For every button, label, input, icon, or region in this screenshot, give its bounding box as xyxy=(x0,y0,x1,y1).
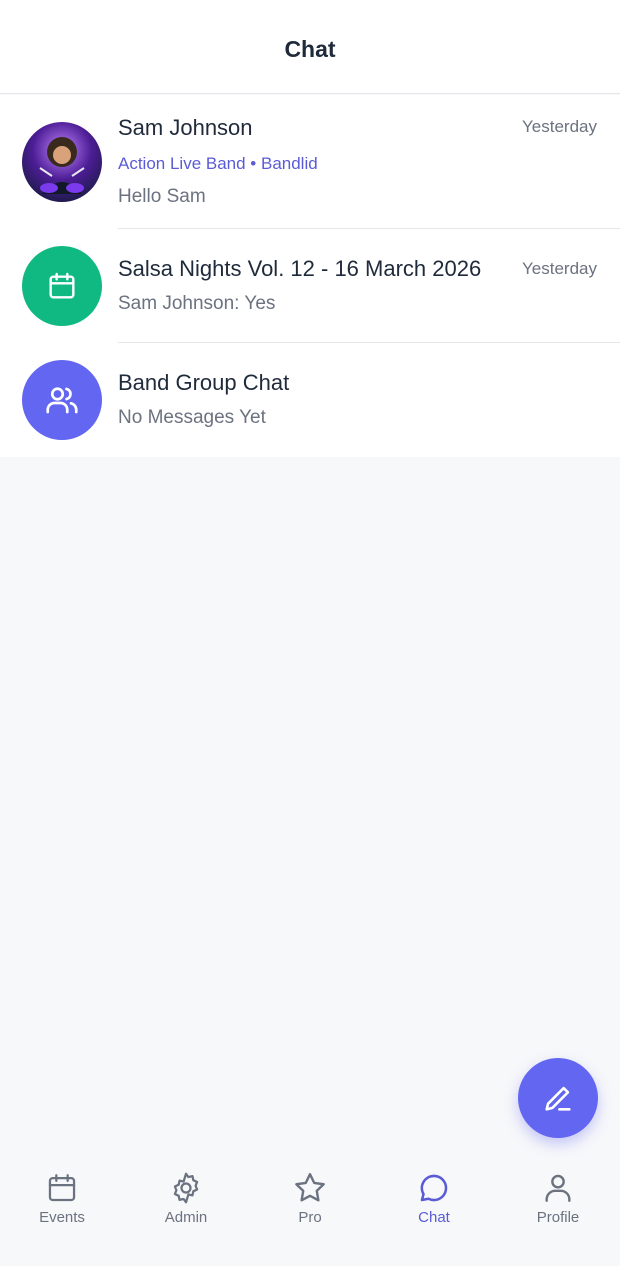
chat-row-sam-johnson[interactable]: Sam Johnson Yesterday Action Live Band •… xyxy=(0,95,620,229)
tab-label: Chat xyxy=(418,1209,450,1226)
tab-label: Events xyxy=(39,1209,85,1226)
tab-label: Admin xyxy=(164,1209,208,1226)
tab-pro[interactable]: Pro xyxy=(248,1160,372,1266)
chat-time: Yesterday xyxy=(522,259,597,278)
calendar-icon xyxy=(44,1170,80,1206)
tab-admin[interactable]: Admin xyxy=(124,1160,248,1266)
calendar-icon xyxy=(49,272,75,299)
chat-row-band-group[interactable]: Band Group Chat No Messages Yet xyxy=(0,343,620,457)
chat-time: Yesterday xyxy=(522,117,597,136)
tab-chat[interactable]: Chat xyxy=(372,1160,496,1266)
chat-bubble-icon xyxy=(416,1170,452,1206)
bottom-tab-bar: Events Admin Pro Chat Profile xyxy=(0,1160,620,1266)
pencil-icon xyxy=(545,1086,571,1111)
chat-subtitle: Action Live Band • Bandlid xyxy=(118,154,318,173)
chat-last-message: No Messages Yet xyxy=(118,407,266,428)
chat-last-message: Sam Johnson: Yes xyxy=(118,293,276,314)
chat-row-salsa-nights[interactable]: Salsa Nights Vol. 12 - 16 March 2026 Yes… xyxy=(0,229,620,343)
chat-list: Sam Johnson Yesterday Action Live Band •… xyxy=(0,95,620,457)
page-title: Chat xyxy=(284,36,336,62)
chat-last-message: Hello Sam xyxy=(118,186,206,207)
tab-label: Pro xyxy=(298,1209,322,1226)
user-photo-icon xyxy=(39,137,85,194)
app-header: Chat xyxy=(0,0,620,94)
chat-title: Sam Johnson xyxy=(118,115,253,140)
tab-profile[interactable]: Profile xyxy=(496,1160,620,1266)
chat-title: Band Group Chat xyxy=(118,370,290,395)
event-avatar xyxy=(22,246,102,326)
new-chat-button[interactable] xyxy=(518,1058,598,1138)
person-icon xyxy=(540,1170,576,1206)
group-avatar xyxy=(22,360,102,440)
users-icon xyxy=(46,387,78,414)
chat-title: Salsa Nights Vol. 12 - 16 March 2026 xyxy=(118,256,482,281)
tab-events[interactable]: Events xyxy=(0,1160,124,1266)
star-icon xyxy=(292,1170,328,1206)
avatar xyxy=(22,122,102,202)
gear-icon xyxy=(168,1170,204,1206)
tab-label: Profile xyxy=(536,1209,580,1226)
